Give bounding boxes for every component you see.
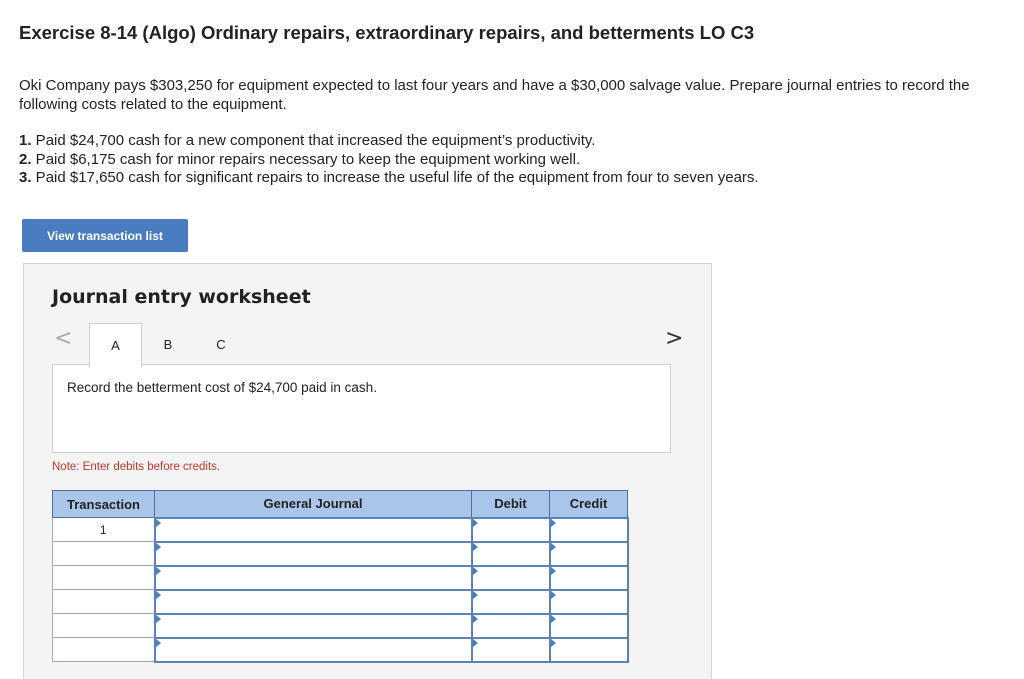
credit-input[interactable] [548,636,629,663]
tab-label: C [216,336,226,352]
table-header-row: Transaction General Journal Debit Credit [52,490,628,518]
item-text: Paid $6,175 cash for minor repairs neces… [31,150,581,168]
debit-input[interactable] [470,516,551,543]
worksheet-title: Journal entry worksheet [52,286,311,308]
chevron-right-icon[interactable]: > [665,326,683,351]
instruction-box: Record the betterment cost of $24,700 pa… [52,364,671,453]
page-title: Exercise 8-14 (Algo) Ordinary repairs, e… [19,22,755,43]
tab-c[interactable]: C [194,323,248,365]
chevron-left-icon[interactable]: < [54,326,72,351]
debit-input[interactable] [470,540,551,567]
credit-input[interactable] [548,564,629,591]
general-journal-input[interactable] [153,612,473,639]
tab-b[interactable]: B [142,323,194,365]
table-row: 1 [52,516,629,543]
problem-intro: Oki Company pays $303,250 for equipment … [19,77,970,113]
header-general-journal: General Journal [154,490,472,518]
general-journal-input[interactable] [153,636,473,663]
item-number: 1. [19,132,32,149]
debit-input[interactable] [470,564,551,591]
item-text: Paid $24,700 cash for a new component th… [31,132,596,149]
debit-input[interactable] [470,636,551,663]
header-transaction: Transaction [52,490,155,518]
transaction-cell [52,565,155,590]
table-row [52,588,629,615]
credit-input[interactable] [548,588,629,615]
debit-input[interactable] [470,588,551,615]
tab-label: B [163,336,173,352]
requirements-list: 1. Paid $24,700 cash for a new component… [19,132,759,188]
list-item: 1. Paid $24,700 cash for a new component… [19,132,759,151]
journal-entry-worksheet: Journal entry worksheet < A B C > Record… [23,263,712,679]
view-transaction-list-button[interactable]: View transaction list [22,219,188,252]
journal-table: Transaction General Journal Debit Credit… [52,490,629,663]
list-item: 2. Paid $6,175 cash for minor repairs ne… [19,151,759,170]
debit-input[interactable] [470,612,551,639]
item-number: 3. [19,169,32,186]
tab-a[interactable]: A [89,323,142,367]
transaction-cell: 1 [52,517,155,542]
transaction-cell [52,589,155,614]
general-journal-input[interactable] [153,588,473,615]
general-journal-input[interactable] [153,540,473,567]
credit-input[interactable] [548,516,629,543]
debit-credit-note: Note: Enter debits before credits. [52,461,221,473]
table-row [52,564,629,591]
credit-input[interactable] [548,612,629,639]
table-row [52,636,629,663]
tab-label: A [111,338,120,353]
header-credit: Credit [549,490,628,518]
item-number: 2. [19,150,32,168]
list-item: 3. Paid $17,650 cash for significant rep… [19,169,759,188]
table-row [52,540,629,567]
table-row [52,612,629,639]
general-journal-input[interactable] [153,516,473,543]
transaction-cell [52,613,155,638]
header-debit: Debit [471,490,550,518]
instruction-text: Record the betterment cost of $24,700 pa… [67,380,377,395]
credit-input[interactable] [548,540,629,567]
transaction-cell [52,637,155,662]
transaction-cell [52,541,155,566]
item-text: Paid $17,650 cash for significant repair… [31,169,759,186]
general-journal-input[interactable] [153,564,473,591]
